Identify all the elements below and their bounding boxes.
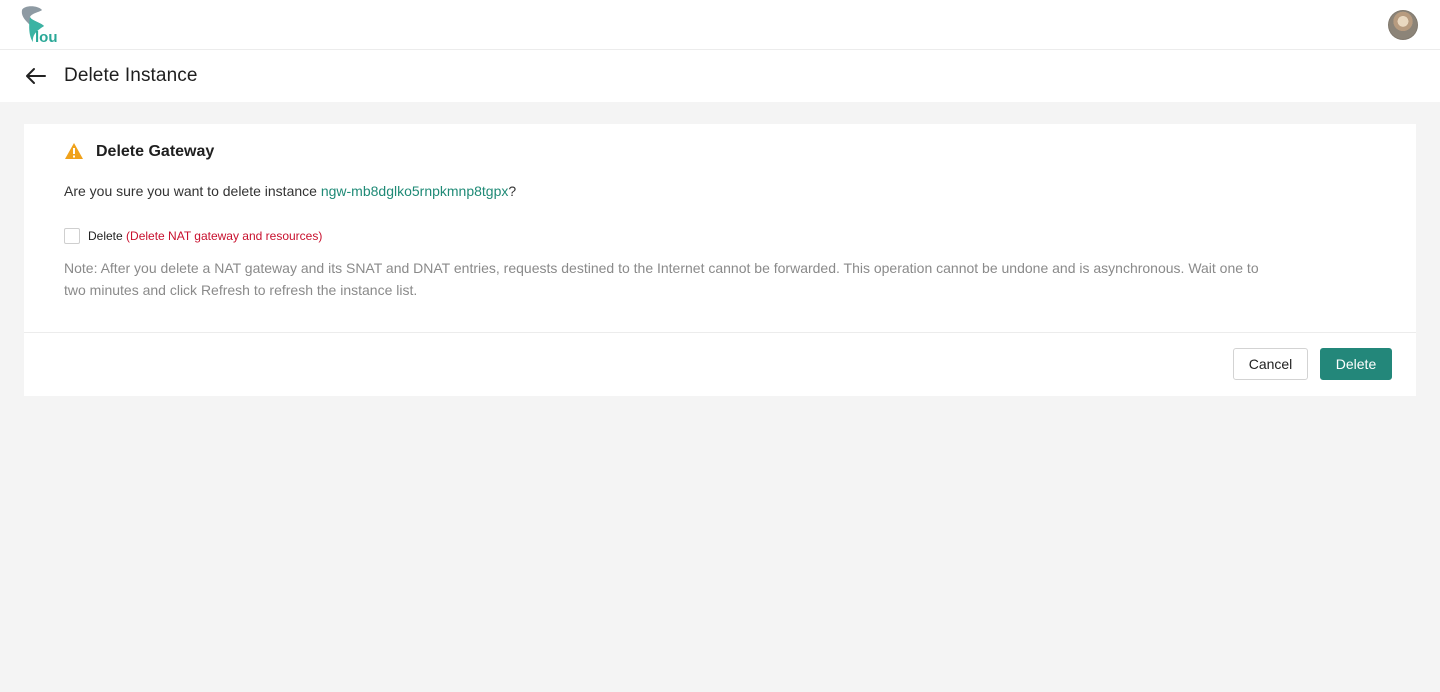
confirm-question: Are you sure you want to delete instance… <box>64 183 516 199</box>
arrow-left-icon[interactable] <box>24 64 48 88</box>
card-heading: Delete Gateway <box>96 143 215 160</box>
instance-id-link[interactable]: ngw-mb8dglko5rnpkmnp8tgpx <box>321 183 509 199</box>
flou-logo-icon[interactable]: lou <box>18 4 70 46</box>
cancel-button[interactable]: Cancel <box>1233 348 1308 380</box>
delete-confirm-row: Delete (Delete NAT gateway and resources… <box>64 228 322 244</box>
card-divider <box>24 332 1416 333</box>
checkbox-label-text: Delete <box>88 229 123 243</box>
delete-confirm-checkbox[interactable] <box>64 228 80 244</box>
question-prefix: Are you sure you want to delete instance <box>64 183 321 199</box>
delete-confirm-label[interactable]: Delete (Delete NAT gateway and resources… <box>88 229 322 243</box>
user-avatar-icon[interactable] <box>1388 10 1418 40</box>
page-header: Delete Instance <box>0 50 1440 102</box>
svg-text:lou: lou <box>35 29 58 46</box>
question-suffix: ? <box>508 183 517 199</box>
delete-button[interactable]: Delete <box>1320 348 1392 380</box>
page-title: Delete Instance <box>64 65 198 86</box>
delete-gateway-card: Delete Gateway Are you sure you want to … <box>24 124 1416 396</box>
top-navigation-bar: lou <box>0 0 1440 50</box>
deletion-note: Note: After you delete a NAT gateway and… <box>64 260 1259 298</box>
checkbox-label-detail: (Delete NAT gateway and resources) <box>126 229 323 243</box>
warning-triangle-icon <box>64 142 84 160</box>
